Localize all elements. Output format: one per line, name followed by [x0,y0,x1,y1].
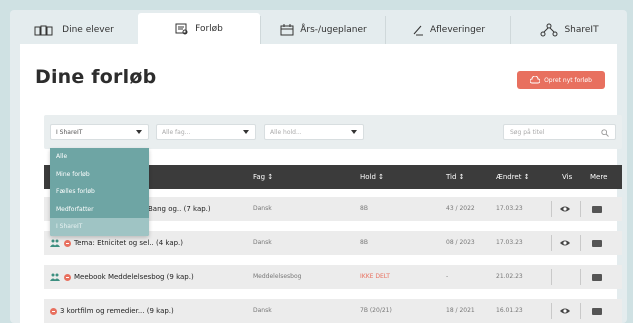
dropdown-option-alle[interactable]: Alle [50,148,149,166]
table-row[interactable]: Meebook Meddelelsesbog (9 kap.) Meddelel… [44,265,622,289]
row-changed: 17.03.23 [496,205,523,212]
row-time: 08 / 2023 [446,239,475,246]
search-icon [601,129,609,137]
column-header-mere: Mere [590,173,608,181]
tab-shareit[interactable]: ShareIT [510,16,627,44]
row-subject: Dansk [253,239,272,246]
column-header-tid[interactable]: Tid ↕ [446,173,465,181]
search-placeholder: Søg på titel [510,128,545,136]
more-menu-icon[interactable] [592,206,602,213]
row-subject: Meddelelsesbog [253,273,302,280]
dropdown-option-i-shareit[interactable]: I ShareIT [50,218,149,236]
status-dot-icon [64,273,71,281]
column-header-fag[interactable]: Fag ↕ [253,173,273,181]
subject-select[interactable]: Alle fag... [156,124,256,140]
more-menu-icon[interactable] [592,274,602,281]
filter-bar: I ShareIT Alle fag... Alle hold... Søg p… [44,115,622,149]
source-select-value: I ShareIT [56,128,83,136]
divider [551,235,552,251]
divider [580,269,581,285]
row-subject: Dansk [253,307,272,314]
divider [580,235,581,251]
status-dot-icon [50,307,57,315]
column-header-hold[interactable]: Hold ↕ [360,173,384,181]
more-menu-icon[interactable] [592,240,602,247]
row-class: 7B (20/21) [360,307,392,314]
divider [551,201,552,217]
row-changed: 17.03.23 [496,239,523,246]
tab-aars-ugeplaner[interactable]: Års-/ugeplaner [260,16,386,44]
tab-bar: Dine elever Forløb Års-/ugeplaner Afleve… [10,10,627,44]
class-select[interactable]: Alle hold... [264,124,364,140]
create-course-label: Opret nyt forløb [544,76,592,84]
course-icon [175,23,188,34]
search-input[interactable]: Søg på titel [503,124,616,140]
row-title-wrap: Tema: Etnicitet og sel.. (4 kap.) [50,239,183,247]
more-menu-icon[interactable] [592,308,602,315]
chevron-down-icon [351,130,357,134]
row-class: IKKE DELT [360,273,390,280]
share-network-icon [540,23,558,37]
tab-forlob[interactable]: Forløb [138,13,260,44]
column-header-vis: Vis [562,173,573,181]
source-dropdown-menu: Alle Mine forløb Fælles forløb Medforfat… [50,148,149,236]
row-class: 8B [360,205,368,212]
dropdown-option-medforfatter[interactable]: Medforfatter [50,201,149,219]
calendar-icon [280,24,294,36]
row-time: 18 / 2021 [446,307,475,314]
cloud-plus-icon [530,76,541,84]
eye-icon[interactable] [559,204,571,214]
students-icon [34,25,53,36]
class-select-placeholder: Alle hold... [270,128,302,136]
row-changed: 21.02.23 [496,273,523,280]
row-title[interactable]: Bang og.. (7 kap.) [148,205,211,213]
source-select[interactable]: I ShareIT [50,124,149,140]
shared-people-icon [50,239,60,247]
row-changed: 16.01.23 [496,307,523,314]
divider [580,303,581,319]
row-title-wrap: Meebook Meddelelsesbog (9 kap.) [50,273,194,281]
status-dot-icon [64,239,71,247]
row-title[interactable]: Meebook Meddelelsesbog (9 kap.) [74,273,194,281]
page-title: Dine forløb [35,66,157,88]
row-time: 43 / 2022 [446,205,475,212]
row-title[interactable]: Tema: Etnicitet og sel.. (4 kap.) [74,239,183,247]
pencil-icon [413,25,423,36]
row-class: 8B [360,239,368,246]
divider [580,201,581,217]
chevron-down-icon [243,130,249,134]
eye-icon[interactable] [559,306,571,316]
tab-label: ShareIT [564,25,599,35]
row-time: - [446,273,449,280]
eye-icon[interactable] [559,238,571,248]
tab-label: Års-/ugeplaner [300,25,367,35]
divider [551,303,552,319]
row-title[interactable]: 3 kortfilm og remedier... (9 kap.) [60,307,174,315]
tab-afleveringer[interactable]: Afleveringer [385,16,511,44]
app-frame: Dine elever Forløb Års-/ugeplaner Afleve… [10,10,627,323]
tab-dine-elever[interactable]: Dine elever [10,16,138,44]
table-row[interactable]: 3 kortfilm og remedier... (9 kap.) Dansk… [44,299,622,323]
tab-label: Dine elever [62,25,114,35]
tab-label: Forløb [195,23,223,34]
column-header-aendret[interactable]: Ændret ↕ [496,173,530,181]
content-panel: Dine forløb Opret nyt forløb I ShareIT A… [20,44,622,323]
chevron-down-icon [136,130,142,134]
shared-people-icon [50,273,60,281]
row-subject: Dansk [253,205,272,212]
subject-select-placeholder: Alle fag... [162,128,191,136]
dropdown-option-mine-forlob[interactable]: Mine forløb [50,166,149,184]
tab-label: Afleveringer [429,25,486,35]
dropdown-option-faelles-forlob[interactable]: Fælles forløb [50,183,149,201]
divider [551,269,552,285]
create-course-button[interactable]: Opret nyt forløb [517,71,605,89]
row-title-wrap: 3 kortfilm og remedier... (9 kap.) [50,307,174,315]
